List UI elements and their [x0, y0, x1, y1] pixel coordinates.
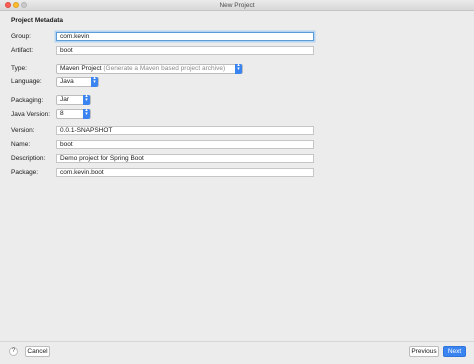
title-bar: New Project [0, 0, 474, 11]
language-select[interactable]: Java ▴ ▾ [56, 76, 99, 87]
chevron-up-down-icon: ▴ ▾ [91, 76, 98, 87]
type-label: Type: [11, 65, 27, 72]
java-version-label: Java Version: [11, 111, 51, 118]
package-label: Package: [11, 169, 39, 176]
version-label: Version: [11, 127, 35, 134]
description-value: Demo project for Spring Boot [60, 155, 144, 162]
description-label: Description: [11, 155, 46, 162]
package-field[interactable]: com.kevin.boot [56, 168, 314, 177]
artifact-value: boot [60, 47, 73, 54]
group-label: Group: [11, 33, 31, 40]
footer-divider [0, 341, 474, 342]
artifact-label: Artifact: [11, 47, 34, 54]
help-icon[interactable]: ? [9, 347, 18, 356]
window-title: New Project [219, 2, 255, 9]
version-value: 0.0.1-SNAPSHOT [60, 127, 113, 134]
type-hint: (Generate a Maven based project archive) [103, 65, 226, 72]
artifact-field[interactable]: boot [56, 46, 314, 55]
cancel-button[interactable]: Cancel [25, 346, 50, 357]
package-value: com.kevin.boot [60, 169, 104, 176]
name-label: Name: [11, 141, 31, 148]
packaging-select[interactable]: Jar ▴ ▾ [56, 94, 91, 105]
packaging-label: Packaging: [11, 97, 44, 104]
previous-button[interactable]: Previous [409, 346, 439, 357]
chevron-up-down-icon: ▴ ▾ [83, 94, 90, 105]
language-value: Java [60, 78, 74, 85]
packaging-value: Jar [60, 96, 70, 103]
chevron-up-down-icon: ▴ ▾ [83, 108, 90, 119]
java-version-value: 8 [60, 110, 64, 117]
group-input[interactable] [60, 33, 313, 40]
type-value: Maven Project [60, 65, 102, 72]
section-title: Project Metadata [11, 17, 64, 24]
language-label: Language: [11, 78, 42, 85]
group-field[interactable] [56, 32, 314, 41]
description-field[interactable]: Demo project for Spring Boot [56, 154, 314, 163]
name-value: boot [60, 141, 73, 148]
java-version-select[interactable]: 8 ▴ ▾ [56, 108, 91, 119]
type-select[interactable]: Maven Project (Generate a Maven based pr… [56, 63, 243, 74]
next-button[interactable]: Next [443, 346, 466, 357]
name-field[interactable]: boot [56, 140, 314, 149]
version-field[interactable]: 0.0.1-SNAPSHOT [56, 126, 314, 135]
chevron-up-down-icon: ▴ ▾ [235, 63, 242, 74]
